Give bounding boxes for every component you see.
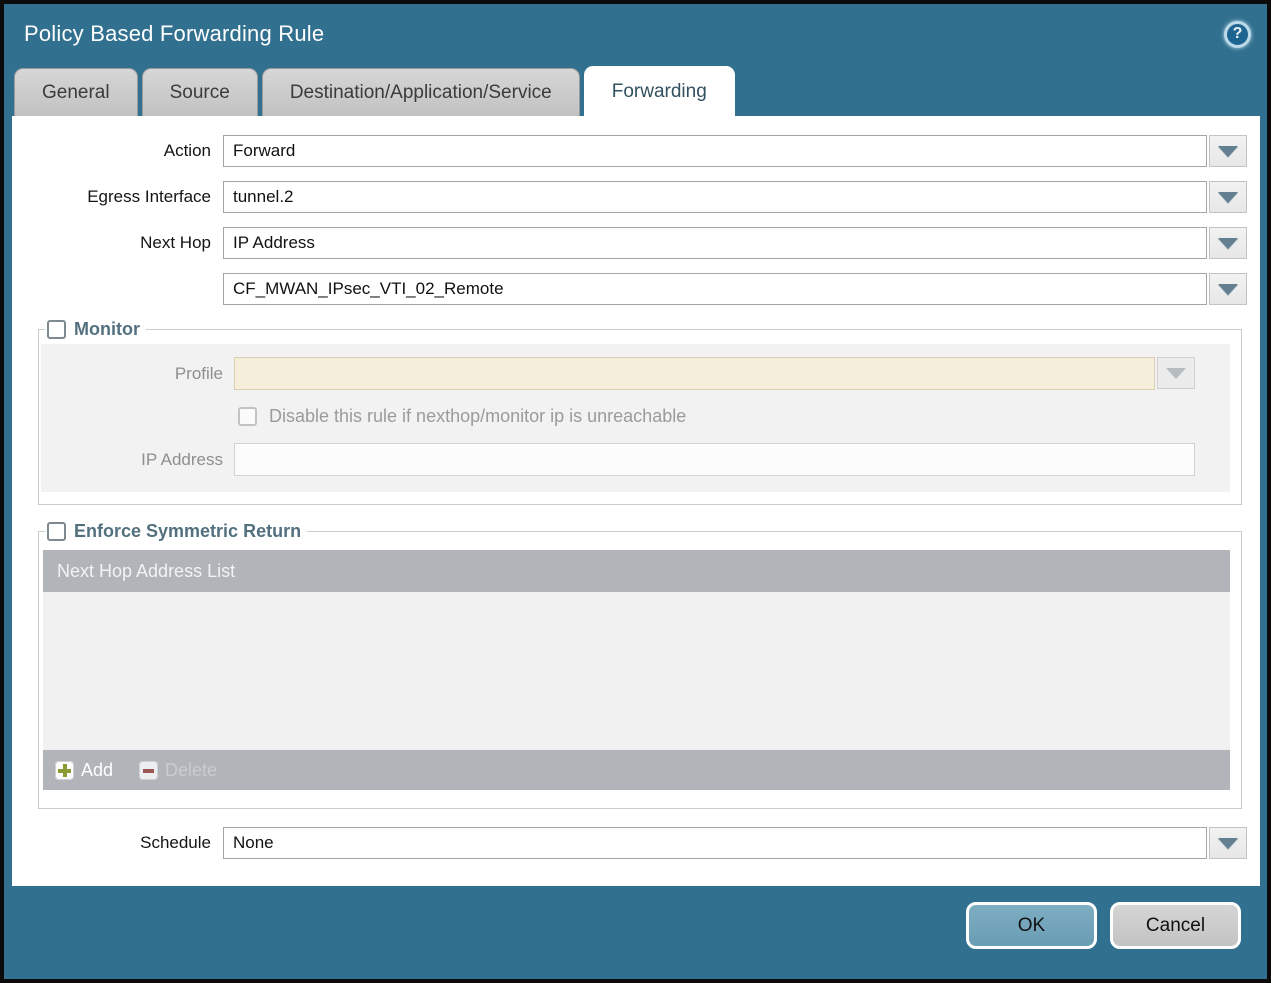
egress-interface-dropdown-button[interactable] [1209, 181, 1247, 213]
next-hop-address-row [12, 273, 1260, 305]
add-button[interactable]: Add [55, 760, 113, 781]
next-hop-address-table: Next Hop Address List Add Delete [43, 550, 1230, 790]
enforce-symmetric-return-section: Enforce Symmetric Return Next Hop Addres… [38, 521, 1242, 809]
next-hop-address-dropdown-button[interactable] [1209, 273, 1247, 305]
monitor-ip-address-label: IP Address [41, 450, 234, 470]
enforce-symmetric-return-legend: Enforce Symmetric Return [45, 521, 307, 542]
minus-icon [139, 761, 158, 780]
add-button-label: Add [81, 760, 113, 781]
next-hop-type-dropdown-button[interactable] [1209, 227, 1247, 259]
chevron-down-icon [1218, 838, 1238, 849]
monitor-legend: Monitor [45, 319, 146, 340]
tab-source[interactable]: Source [142, 68, 258, 116]
action-label: Action [12, 141, 223, 161]
tab-strip: General Source Destination/Application/S… [4, 64, 1267, 116]
egress-interface-input[interactable] [223, 181, 1207, 213]
tab-forwarding[interactable]: Forwarding [584, 66, 735, 116]
profile-label: Profile [41, 364, 234, 384]
ok-button[interactable]: OK [966, 902, 1097, 949]
disable-rule-label: Disable this rule if nexthop/monitor ip … [269, 406, 686, 427]
monitor-checkbox[interactable] [47, 320, 66, 339]
next-hop-type-input[interactable] [223, 227, 1207, 259]
tab-destination-application-service[interactable]: Destination/Application/Service [262, 68, 580, 116]
monitor-section: Monitor Profile Disable this rule if nex… [38, 319, 1242, 505]
chevron-down-icon [1218, 284, 1238, 295]
egress-interface-row: Egress Interface [12, 181, 1260, 213]
profile-dropdown-button [1157, 357, 1195, 389]
next-hop-address-list-toolbar: Add Delete [43, 750, 1230, 790]
egress-interface-label: Egress Interface [12, 187, 223, 207]
dialog-title: Policy Based Forwarding Rule [24, 21, 324, 47]
chevron-down-icon [1218, 146, 1238, 157]
next-hop-address-input[interactable] [223, 273, 1207, 305]
profile-input [234, 357, 1155, 390]
monitor-disabled-panel: Profile Disable this rule if nexthop/mon… [41, 344, 1230, 492]
help-icon[interactable]: ? [1224, 21, 1251, 48]
delete-button: Delete [139, 760, 217, 781]
cancel-button[interactable]: Cancel [1110, 902, 1241, 949]
action-row: Action [12, 135, 1260, 167]
enforce-symmetric-return-legend-label: Enforce Symmetric Return [74, 521, 301, 542]
profile-row: Profile [41, 357, 1230, 390]
dialog-titlebar: Policy Based Forwarding Rule ? [4, 4, 1267, 64]
forwarding-tab-panel: Action Egress Interface Next Hop [12, 116, 1260, 886]
monitor-ip-address-input [234, 443, 1195, 476]
enforce-symmetric-return-checkbox[interactable] [47, 522, 66, 541]
tab-general[interactable]: General [14, 68, 138, 116]
schedule-input[interactable] [223, 827, 1207, 859]
schedule-label: Schedule [12, 833, 223, 853]
chevron-down-icon [1218, 192, 1238, 203]
monitor-ip-address-row: IP Address [41, 443, 1230, 476]
dialog-footer: OK Cancel [4, 886, 1267, 979]
delete-button-label: Delete [165, 760, 217, 781]
schedule-dropdown-button[interactable] [1209, 827, 1247, 859]
next-hop-label: Next Hop [12, 233, 223, 253]
next-hop-address-list-body [43, 592, 1230, 750]
action-dropdown-button[interactable] [1209, 135, 1247, 167]
plus-icon [55, 761, 74, 780]
chevron-down-icon [1166, 368, 1186, 379]
action-input[interactable] [223, 135, 1207, 167]
disable-rule-checkbox [238, 407, 257, 426]
next-hop-address-list-header: Next Hop Address List [43, 550, 1230, 592]
schedule-row: Schedule [12, 827, 1260, 859]
next-hop-row: Next Hop [12, 227, 1260, 259]
disable-rule-row: Disable this rule if nexthop/monitor ip … [238, 406, 1230, 427]
monitor-legend-label: Monitor [74, 319, 140, 340]
chevron-down-icon [1218, 238, 1238, 249]
policy-based-forwarding-rule-dialog: Policy Based Forwarding Rule ? General S… [0, 0, 1271, 983]
